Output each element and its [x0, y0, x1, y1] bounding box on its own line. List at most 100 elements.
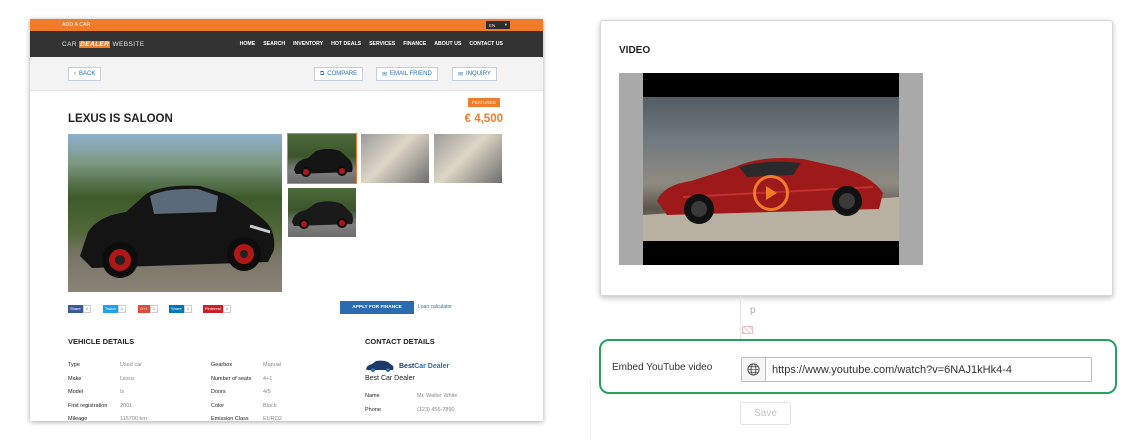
share-googleplus-label: G+1 — [138, 304, 150, 313]
back-button[interactable]: ‹ BACK — [68, 67, 102, 81]
spec-label: Number of seats — [211, 375, 252, 382]
inquiry-label: INQUIRY — [466, 71, 491, 77]
envelope-icon: ✉ — [382, 71, 388, 78]
embed-youtube-label: Embed YouTube video — [612, 362, 713, 373]
dealer-brand: BestCar Dealer — [399, 363, 449, 370]
embed-youtube-row: Embed YouTube video — [599, 339, 1117, 394]
logo-highlight: DEALER — [79, 40, 111, 48]
featured-badge: FEATURED — [468, 98, 500, 107]
video-thumbnail — [643, 97, 899, 241]
nav-contact-us[interactable]: CONTACT US — [469, 41, 503, 47]
share-facebook[interactable]: Share 0 — [68, 304, 91, 313]
spec-value: EURO2 — [263, 416, 282, 421]
share-linkedin-label: Share — [169, 304, 184, 313]
embed-youtube-input[interactable] — [766, 363, 1086, 376]
globe-icon — [742, 358, 766, 381]
flag-icon — [742, 326, 753, 334]
spec-label: Gearbox — [211, 362, 233, 368]
play-triangle — [766, 186, 777, 200]
top-bar: ADD A CAR EN ▾ — [30, 19, 543, 31]
share-facebook-count: 0 — [82, 304, 91, 313]
car-title: LEXUS IS SALOON — [68, 113, 173, 125]
spec-label: Type — [68, 362, 80, 368]
video-embed[interactable] — [619, 73, 923, 265]
embed-youtube-field[interactable] — [741, 357, 1092, 382]
spec-row: Doors 4/5 — [211, 386, 282, 400]
gallery-thumb-3[interactable] — [434, 134, 502, 183]
spec-column-2: Gearbox Manual Number of seats 4+1 Doors 4/… — [211, 359, 282, 421]
share-googleplus[interactable]: G+1 0 — [138, 304, 158, 313]
share-twitter[interactable]: Tweet 0 — [103, 304, 126, 313]
nav-inventory[interactable]: INVENTORY — [293, 41, 323, 47]
dealer-logo: BestCar Dealer — [365, 360, 449, 372]
spec-value: Used car — [120, 362, 143, 368]
share-linkedin-count: 0 — [183, 304, 192, 313]
language-select[interactable]: EN ▾ — [486, 21, 510, 29]
contact-details-heading: CONTACT DETAILS — [365, 337, 435, 346]
logo-text-2: WEBSITE — [110, 40, 145, 48]
spec-row: Make Lexus — [68, 373, 147, 387]
inquiry-button[interactable]: ✉ INQUIRY — [452, 67, 497, 81]
compare-label: COMPARE — [327, 71, 358, 77]
contact-row: Phone (123) 456-7890 — [365, 404, 457, 418]
save-button[interactable]: Save — [740, 402, 791, 425]
chevron-left-icon: ‹ — [74, 71, 76, 77]
share-facebook-label: Share — [68, 304, 83, 313]
spec-row: Type Used car — [68, 359, 147, 373]
globe-graphic — [747, 363, 760, 376]
language-value: EN — [489, 22, 496, 28]
action-bar: ‹ BACK ⧉ COMPARE ✉ EMAIL FRIEND ✉ INQUIR… — [30, 57, 543, 91]
nav-about-us[interactable]: ABOUT US — [434, 41, 461, 47]
nav-services[interactable]: SERVICES — [369, 41, 395, 47]
spec-row: Number of seats 4+1 — [211, 373, 282, 387]
share-twitter-count: 0 — [117, 304, 126, 313]
spec-label: Color — [211, 402, 225, 409]
dealer-brand-part-1: Best — [399, 362, 415, 370]
contact-rows: Name Mr. Walter White Phone (123) 456-7890 — [365, 390, 457, 417]
nav-hot-deals[interactable]: HOT DEALS — [331, 41, 361, 47]
share-pinterest-count: 0 — [222, 304, 232, 313]
share-linkedin[interactable]: Share 0 — [169, 304, 192, 313]
contact-label: Name — [365, 393, 380, 399]
loan-calculator-link[interactable]: Loan calculator — [418, 304, 452, 310]
spec-row: Mileage 115700 km — [68, 413, 147, 421]
spec-column-1: Type Used car Make Lexus Model Is First reg… — [68, 359, 147, 421]
spec-value: 115700 km — [120, 416, 147, 421]
spec-row: Gearbox Manual — [211, 359, 282, 373]
compare-button[interactable]: ⧉ COMPARE — [314, 67, 364, 81]
spec-value: Black — [263, 402, 277, 409]
spec-row: Model Is — [68, 386, 147, 400]
share-pinterest-label: Pinterest — [203, 304, 223, 313]
car-illustration — [80, 185, 275, 278]
vehicle-details-heading: VEHICLE DETAILS — [68, 337, 135, 346]
nav-finance[interactable]: FINANCE — [403, 41, 426, 47]
site-logo[interactable]: CAR DEALER WEBSITE — [62, 40, 145, 48]
gallery-thumb-2[interactable] — [361, 134, 429, 183]
email-friend-label: EMAIL FRIEND — [390, 71, 432, 77]
apply-finance-button[interactable]: APPLY FOR FINANCE — [340, 301, 414, 314]
car-thumb-graphic — [294, 149, 353, 177]
play-icon[interactable] — [753, 175, 789, 211]
nav-search[interactable]: SEARCH — [263, 41, 285, 47]
spec-row: First registration 2001 — [68, 400, 147, 414]
spec-label: Model — [68, 389, 83, 395]
gallery-thumb-1[interactable] — [287, 133, 357, 184]
background-divider — [590, 380, 591, 440]
logo-text-1: CAR — [62, 40, 80, 48]
main-car-photo[interactable] — [68, 134, 282, 292]
nav-home[interactable]: HOME — [240, 41, 256, 47]
add-car-link[interactable]: ADD A CAR — [62, 22, 90, 28]
website-screenshot: ADD A CAR EN ▾ CAR DEALER WEBSITE HOME S… — [30, 19, 543, 421]
video-letterbox — [643, 73, 899, 265]
gallery-thumb-4[interactable] — [288, 188, 356, 237]
main-navbar: CAR DEALER WEBSITE HOME SEARCH INVENTORY… — [30, 31, 543, 57]
share-pinterest[interactable]: Pinterest 0 — [203, 304, 232, 313]
car-logo-icon — [366, 360, 394, 372]
spec-value: 4+1 — [263, 375, 273, 382]
email-friend-button[interactable]: ✉ EMAIL FRIEND — [376, 67, 438, 81]
video-heading: VIDEO — [619, 45, 651, 56]
spec-label: Emission Class — [211, 416, 249, 421]
envelope-icon: ✉ — [458, 71, 464, 78]
spec-value: Manual — [263, 362, 282, 368]
spec-value: 2001 — [120, 402, 133, 409]
